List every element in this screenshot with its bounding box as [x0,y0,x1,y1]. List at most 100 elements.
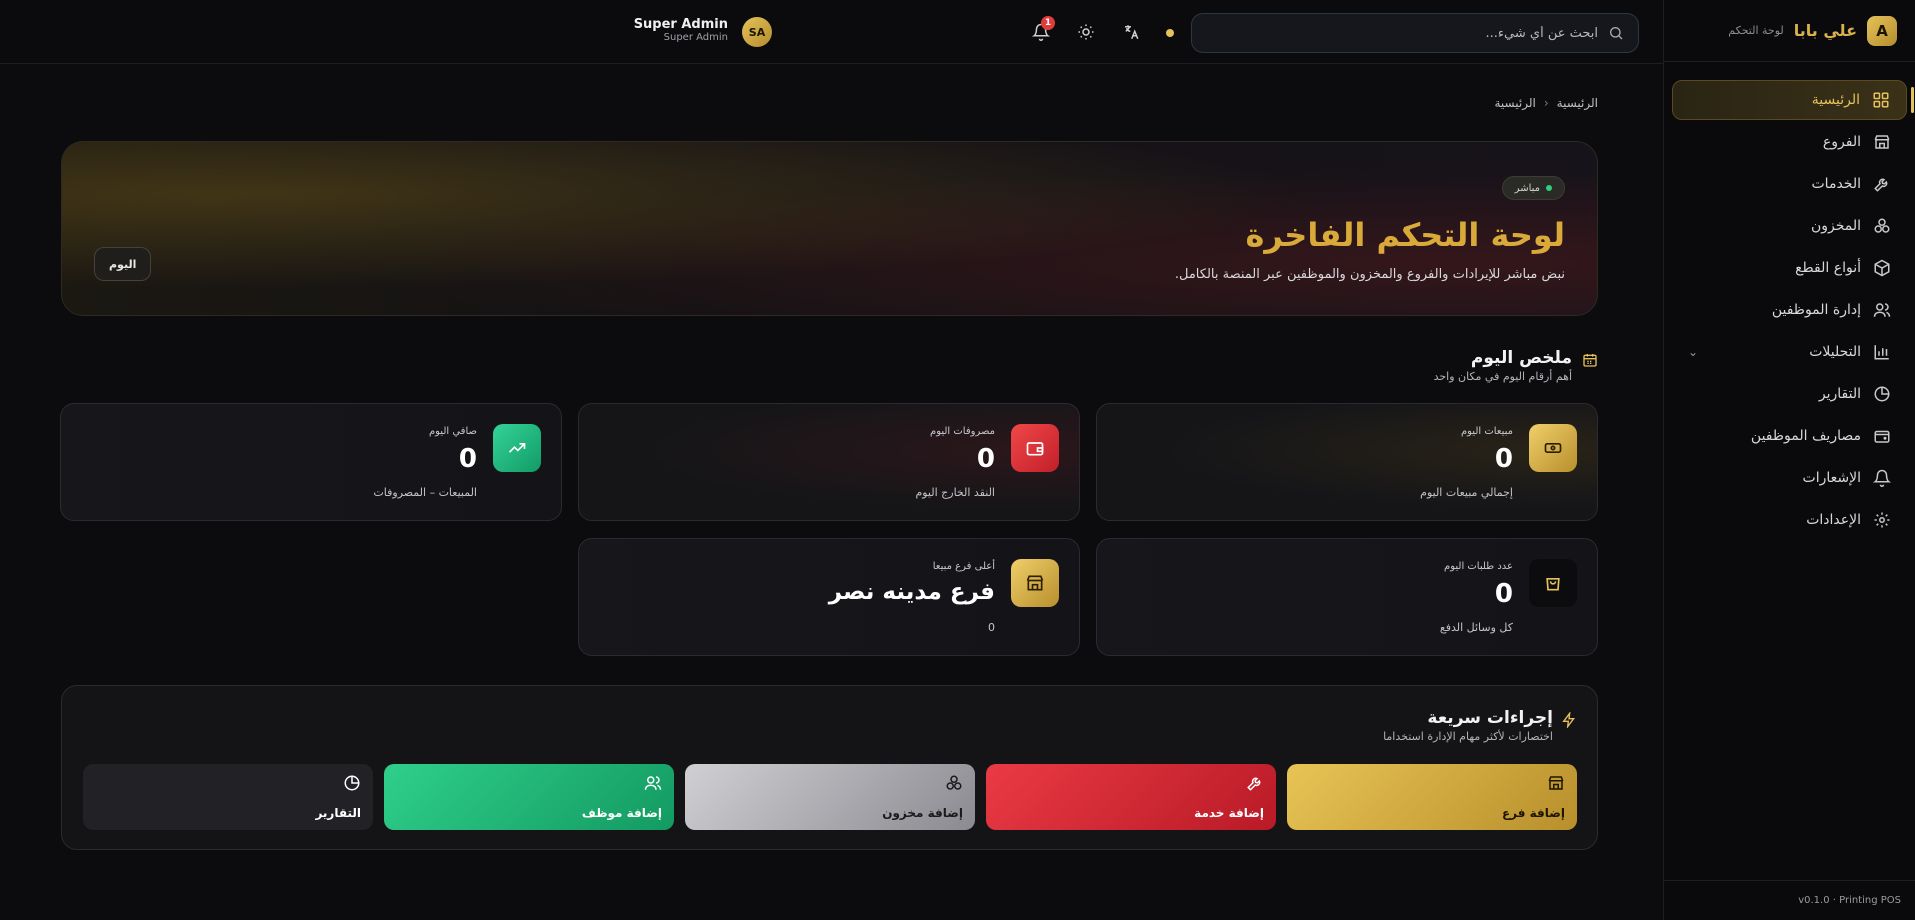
translate-icon[interactable] [1119,20,1143,44]
store-icon [1011,559,1059,607]
wrench-icon [1246,774,1264,792]
grid-icon [1872,91,1890,109]
stat-value: 0 [1494,444,1513,474]
quick-actions-panel: إجراءات سريعة اختصارات لأكثر مهام الإدار… [61,685,1598,850]
summary-header: ملخص اليوم أهم أرقام اليوم في مكان واحد [1434,348,1598,383]
status-dot [1166,29,1174,37]
hero-banner: مباشر لوحة التحكم الفاخرة نبض مباشر للإي… [61,141,1598,316]
stat-value: فرع مدينه نصر [828,579,995,605]
calendar-icon [1580,352,1598,370]
sidebar-item-label: الرئيسية [1811,92,1860,108]
sidebar: A علي بابا لوحة التحكم الرئيسية الفروع ا… [1663,0,1915,920]
shopping-bag-icon [1529,559,1577,607]
sidebar-item-settings[interactable]: الإعدادات [1672,500,1907,540]
avatar[interactable]: SA [742,17,772,47]
page-title: لوحة التحكم الفاخرة [1245,216,1565,254]
quick-action-label: إضافة مخزون [882,806,963,820]
sidebar-item-label: الإعدادات [1806,512,1861,528]
chevron-down-icon[interactable]: ⌄ [1688,345,1698,359]
users-icon [1873,301,1891,319]
add-branch-button[interactable]: إضافة فرع [1287,764,1577,830]
pie-chart-icon [1873,385,1891,403]
user-role: Super Admin [663,32,728,43]
wallet-icon [1873,427,1891,445]
sidebar-item-label: إدارة الموظفين [1771,302,1861,318]
sidebar-item-label: الإشعارات [1802,470,1861,486]
quick-action-label: التقارير [315,806,361,820]
sidebar-nav: الرئيسية الفروع الخدمات المخزون أنواع ال… [1664,62,1915,540]
today-button[interactable]: اليوم [94,247,152,281]
stat-card-orders[interactable]: عدد طلبات اليوم 0 كل وسائل الدفع [1096,538,1598,656]
search-box[interactable] [1191,13,1639,53]
stat-card-net[interactable]: صافي اليوم 0 المبيعات – المصروفات [60,403,562,521]
brand-name: علي بابا [1793,21,1857,40]
sidebar-item-inventory[interactable]: المخزون [1672,206,1907,246]
reports-button[interactable]: التقارير [83,764,373,830]
sidebar-item-employees[interactable]: إدارة الموظفين [1672,290,1907,330]
store-icon [1547,774,1565,792]
stat-card-expenses[interactable]: مصروفات اليوم 0 النقد الخارج اليوم [578,403,1080,521]
stat-card-sales[interactable]: مبيعات اليوم 0 إجمالي مبيعات اليوم [1096,403,1598,521]
sidebar-item-analytics[interactable]: التحليلات ⌄ [1672,332,1907,372]
sidebar-item-home[interactable]: الرئيسية [1672,80,1914,120]
chevron-left-icon: ‹ [1543,96,1549,110]
user-info[interactable]: Super Admin Super Admin [634,17,728,43]
brand-logo: A [1867,15,1897,46]
notifications-button[interactable]: 1 [1029,16,1055,44]
search-input[interactable] [1206,25,1598,41]
stat-label: عدد طلبات اليوم [1444,561,1513,572]
breadcrumb-current: الرئيسية [1494,96,1536,110]
sidebar-brand[interactable]: A علي بابا لوحة التحكم [1664,0,1915,62]
sidebar-item-label: التقارير [1818,386,1861,402]
main-content: الرئيسية ‹ الرئيسية مباشر لوحة التحكم ال… [0,64,1663,920]
breadcrumb-root[interactable]: الرئيسية [1557,96,1598,110]
stat-footnote: المبيعات – المصروفات [373,486,477,499]
wallet-icon [1011,424,1059,472]
sidebar-item-employee-expenses[interactable]: مصاريف الموظفين [1672,416,1907,456]
quick-action-label: إضافة خدمة [1194,806,1264,820]
live-badge-label: مباشر [1514,182,1540,194]
bar-chart-icon [1873,343,1891,361]
sun-icon[interactable] [1074,20,1098,44]
notification-badge: 1 [1041,16,1055,30]
quick-actions-subtitle: اختصارات لأكثر مهام الإدارة استخداما [1383,730,1553,743]
app-version: v0.1.0 · Printing POS [1663,880,1915,920]
sidebar-item-notifications[interactable]: الإشعارات [1672,458,1907,498]
store-icon [1873,133,1891,151]
breadcrumb: الرئيسية ‹ الرئيسية [1495,96,1599,110]
pie-chart-icon [343,774,361,792]
stat-value: 0 [1494,579,1513,609]
sidebar-item-label: المخزون [1810,218,1861,234]
stat-footnote: كل وسائل الدفع [1439,621,1513,634]
sidebar-item-label: الخدمات [1811,176,1862,192]
user-name: Super Admin [633,17,728,32]
stat-card-top-branch[interactable]: أعلى فرع مبيعا فرع مدينه نصر 0 [578,538,1080,656]
stat-footnote: إجمالي مبيعات اليوم [1420,486,1513,499]
stat-footnote: 0 [988,621,995,634]
stat-label: مصروفات اليوم [930,426,995,437]
add-employee-button[interactable]: إضافة موظف [384,764,674,830]
users-icon [644,774,662,792]
stat-value: 0 [976,444,995,474]
quick-actions-header: إجراءات سريعة اختصارات لأكثر مهام الإدار… [1383,708,1577,743]
wrench-icon [1873,175,1891,193]
add-inventory-button[interactable]: إضافة مخزون [685,764,975,830]
gear-icon [1873,511,1891,529]
summary-subtitle: أهم أرقام اليوم في مكان واحد [1433,370,1572,383]
hero-subtitle: نبض مباشر للإيرادات والفروع والمخزون وال… [1174,267,1565,282]
sidebar-item-part-types[interactable]: أنواع القطع [1672,248,1907,288]
stat-label: أعلى فرع مبيعا [932,561,995,572]
quick-actions-title: إجراءات سريعة [1427,708,1553,728]
boxes-icon [945,774,963,792]
live-dot-icon [1546,185,1552,191]
sidebar-item-label: التحليلات [1809,344,1861,360]
sidebar-item-branches[interactable]: الفروع [1672,122,1907,162]
topbar: 1 SA Super Admin Super Admin [0,0,1663,64]
add-service-button[interactable]: إضافة خدمة [986,764,1276,830]
bell-icon [1873,469,1891,487]
sidebar-item-label: الفروع [1822,134,1861,150]
brand-subtitle: لوحة التحكم [1728,24,1784,37]
cash-icon [1529,424,1577,472]
sidebar-item-reports[interactable]: التقارير [1672,374,1907,414]
sidebar-item-services[interactable]: الخدمات [1672,164,1907,204]
